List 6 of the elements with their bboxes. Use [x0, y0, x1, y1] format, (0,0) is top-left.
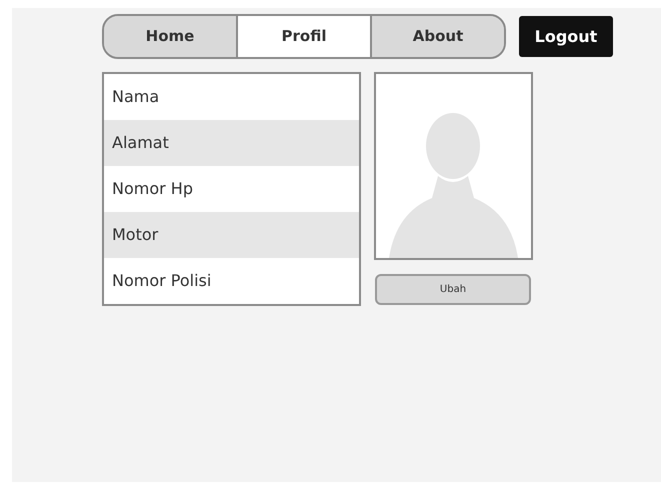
profile-row: Motor — [104, 212, 359, 258]
logout-button[interactable]: Logout — [519, 16, 613, 57]
change-photo-button[interactable]: Ubah — [375, 274, 531, 305]
nav-tab[interactable]: About — [370, 16, 504, 57]
nav-tab[interactable]: Profil — [236, 16, 370, 57]
profile-row: Alamat — [104, 120, 359, 166]
